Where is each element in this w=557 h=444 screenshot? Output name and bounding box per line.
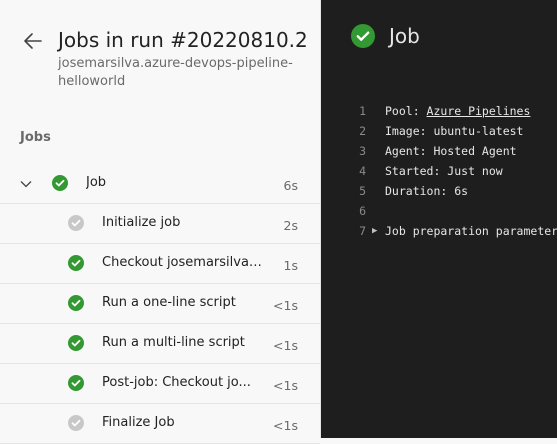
step-row[interactable]: Run a multi-line script <1s	[0, 324, 320, 364]
step-duration: 1s	[283, 258, 298, 273]
check-circle-icon	[68, 215, 84, 231]
log-line: 3 Agent: Hosted Agent	[321, 141, 557, 161]
log-line: 1 Pool: Azure Pipelines	[321, 101, 557, 121]
log-text: Pool: Azure Pipelines	[385, 104, 531, 118]
line-number: 2	[359, 124, 366, 138]
line-number: 3	[359, 144, 366, 158]
check-circle-icon	[68, 335, 84, 351]
step-name: Checkout josemarsilva/...	[102, 255, 262, 270]
chevron-down-icon[interactable]	[19, 177, 33, 191]
jobs-section-label: Jobs	[20, 130, 51, 145]
job-log: 1 Pool: Azure Pipelines 2 Image: ubuntu-lat…	[321, 101, 557, 241]
step-name: Run a one-line script	[102, 295, 236, 310]
back-arrow-icon[interactable]	[21, 29, 45, 53]
jobs-panel: Jobs in run #20220810.2 josemarsilva.azu…	[0, 0, 321, 444]
step-name: Run a multi-line script	[102, 335, 245, 350]
check-circle-icon	[52, 175, 68, 191]
step-row[interactable]: Finalize Job <1s	[0, 404, 320, 444]
log-line: 4 Started: Just now	[321, 161, 557, 181]
line-number: 6	[359, 204, 366, 218]
check-circle-icon	[68, 375, 84, 391]
pipeline-name: josemarsilva.azure-devops-pipeline-hello…	[58, 56, 293, 89]
step-duration: 2s	[283, 218, 298, 233]
line-number: 7	[359, 224, 366, 238]
check-circle-icon	[68, 295, 84, 311]
log-line: 7 ▶ Job preparation parameters	[321, 221, 557, 241]
job-name: Job	[86, 175, 107, 190]
step-row[interactable]: Initialize job 2s	[0, 204, 320, 244]
check-circle-icon	[68, 255, 84, 271]
step-name: Post-job: Checkout jo...	[102, 375, 251, 390]
log-text: Image: ubuntu-latest	[385, 124, 524, 138]
step-row[interactable]: Post-job: Checkout jo... <1s	[0, 364, 320, 404]
log-text: Duration: 6s	[385, 184, 469, 198]
line-number: 5	[359, 184, 366, 198]
job-detail-title: Job	[389, 24, 420, 48]
job-duration: 6s	[283, 178, 298, 193]
step-row[interactable]: Checkout josemarsilva/... 1s	[0, 244, 320, 284]
pool-link[interactable]: Azure Pipelines	[427, 104, 531, 118]
job-row[interactable]: Job 6s	[0, 164, 320, 204]
log-text: Started: Just now	[385, 164, 503, 178]
page-title: Jobs in run #20220810.2	[58, 28, 308, 52]
log-text: Agent: Hosted Agent	[385, 144, 517, 158]
log-text: Job preparation parameters	[385, 224, 557, 238]
log-line: 5 Duration: 6s	[321, 181, 557, 201]
step-duration: <1s	[273, 338, 298, 353]
log-line: 2 Image: ubuntu-latest	[321, 121, 557, 141]
step-duration: <1s	[273, 378, 298, 393]
check-circle-icon	[351, 24, 375, 48]
step-duration: <1s	[273, 298, 298, 313]
step-name: Initialize job	[102, 215, 181, 230]
line-number: 4	[359, 164, 366, 178]
step-name: Finalize Job	[102, 415, 175, 430]
log-line: 6	[321, 201, 557, 221]
job-detail-panel: Job 1 Pool: Azure Pipelines 2 Image: ubuntu…	[321, 0, 557, 438]
jobs-list: Job 6s Initialize job 2s Checkout josema…	[0, 164, 320, 444]
line-number: 1	[359, 104, 366, 118]
step-row[interactable]: Run a one-line script <1s	[0, 284, 320, 324]
check-circle-icon	[68, 415, 84, 431]
step-duration: <1s	[273, 418, 298, 433]
triangle-right-icon[interactable]: ▶	[372, 221, 377, 241]
